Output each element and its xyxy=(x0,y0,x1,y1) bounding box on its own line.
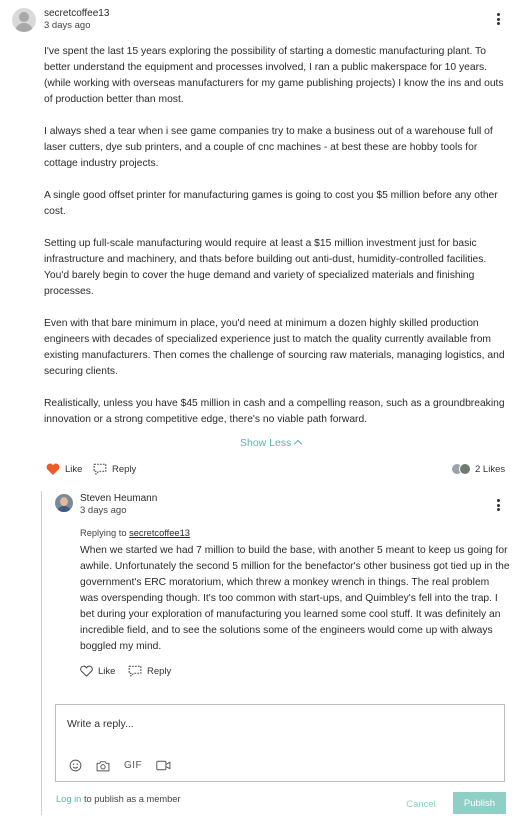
post-paragraph: I always shed a tear when i see game com… xyxy=(44,126,493,169)
reply-like-button[interactable]: Like xyxy=(80,665,115,677)
post-author-name[interactable]: secretcoffee13 xyxy=(44,8,109,19)
post-reply-button[interactable]: Reply xyxy=(93,463,136,476)
show-less-button[interactable]: Show Less xyxy=(240,437,303,449)
replying-to-prefix: Replying to xyxy=(80,528,127,538)
gif-icon[interactable]: GIF xyxy=(124,760,142,771)
post-paragraph: I've spent the last 15 years exploring t… xyxy=(44,46,504,105)
author-avatar[interactable] xyxy=(12,8,36,32)
likes-summary[interactable]: 2 Likes xyxy=(451,463,505,475)
post-paragraph: Setting up full-scale manufacturing woul… xyxy=(44,238,487,297)
thread-line xyxy=(41,491,42,815)
video-icon[interactable] xyxy=(156,760,171,771)
reply-composer: GIF xyxy=(55,704,505,782)
avatar-body xyxy=(15,23,33,32)
replying-to-user-link[interactable]: secretcoffee13 xyxy=(129,528,190,538)
reply-bubble-icon xyxy=(93,463,107,475)
composer-toolbar: GIF xyxy=(69,759,171,772)
reply-more-options-icon[interactable] xyxy=(493,498,503,512)
reply-bubble-icon xyxy=(128,665,142,677)
emoji-icon[interactable] xyxy=(69,759,82,772)
post-like-button[interactable]: Like xyxy=(46,463,82,475)
reply-reply-label: Reply xyxy=(147,666,172,677)
reply-body: When we started we had 7 million to buil… xyxy=(80,545,510,652)
likes-count-label: 2 Likes xyxy=(475,463,506,475)
reply-like-label: Like xyxy=(98,665,116,677)
reply-timestamp: 3 days ago xyxy=(80,505,127,516)
replying-to: Replying to secretcoffee13 xyxy=(80,528,190,538)
camera-icon[interactable] xyxy=(96,760,110,772)
reply-author-avatar[interactable] xyxy=(55,494,73,512)
heart-filled-icon xyxy=(46,463,60,475)
post-reply-label: Reply xyxy=(112,464,137,475)
publish-button[interactable]: Publish xyxy=(453,792,506,814)
login-suffix: to publish as a member xyxy=(83,794,181,804)
liker-avatars xyxy=(451,463,471,475)
show-less-label: Show Less xyxy=(240,437,292,449)
login-link[interactable]: Log in xyxy=(56,794,81,804)
post-timestamp: 3 days ago xyxy=(44,20,91,31)
post-more-options-icon[interactable] xyxy=(493,12,503,26)
reply-input[interactable] xyxy=(67,718,467,730)
post-paragraph: Even with that bare minimum in place, yo… xyxy=(44,318,505,377)
avatar-head xyxy=(19,12,29,22)
reply-reply-button[interactable]: Reply xyxy=(128,665,171,678)
post-paragraph: Realistically, unless you have $45 milli… xyxy=(44,398,505,425)
heart-outline-icon xyxy=(80,665,93,677)
avatar-face xyxy=(60,497,68,506)
avatar-shirt xyxy=(57,506,71,512)
reply-author-name[interactable]: Steven Heumann xyxy=(80,493,157,504)
post-body: I've spent the last 15 years exploring t… xyxy=(44,44,510,444)
liker-avatar xyxy=(459,463,471,475)
chevron-up-icon xyxy=(294,439,303,449)
login-prompt: Log in to publish as a member xyxy=(56,794,181,804)
cancel-button[interactable]: Cancel xyxy=(398,794,444,814)
post-like-label: Like xyxy=(65,463,83,475)
post-paragraph: A single good offset printer for manufac… xyxy=(44,190,498,217)
